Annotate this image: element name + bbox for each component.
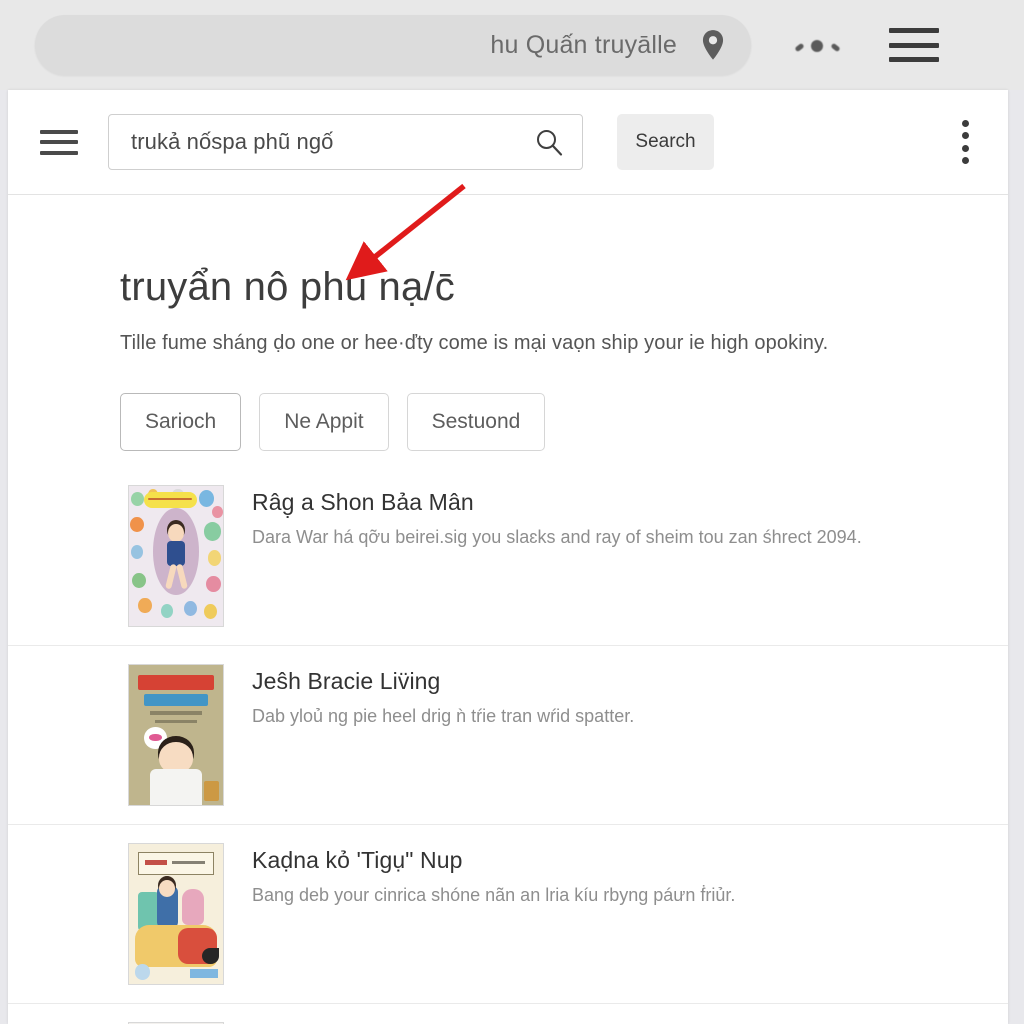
screenshot-root: hu Quấn truyālle trukả nốspa phũ ngố Sea…	[0, 0, 1024, 1024]
result-text-block: Jeŝh Bracie Liv̈ing Dab yloủ ng pie heel…	[252, 664, 634, 730]
search-field-wrapper[interactable]	[108, 114, 583, 170]
result-description: Dara War há qỡu beirei.sig you slaɛks an…	[252, 527, 862, 547]
result-text-block: Râg̣ a Shon Bảa Mân Dara War há qỡu beir…	[252, 485, 862, 551]
result-text-block: Kaḍna kỏ 'Tigụ" Nup Bang deb your cinric…	[252, 843, 735, 909]
result-description: Dab yloủ ng pie heel drig ǹ tŕie tran wŕ…	[252, 706, 635, 726]
hamburger-menu-icon[interactable]	[889, 28, 939, 62]
result-title[interactable]: Jeŝh Bracie Liv̈ing	[252, 668, 634, 695]
browser-address-bar[interactable]: hu Quấn truyālle	[35, 15, 751, 75]
filter-chip-sarioch[interactable]: Sarioch	[120, 393, 242, 451]
filter-chip-sestuond[interactable]: Sestuond	[406, 393, 546, 451]
book-cover-thumbnail[interactable]	[128, 485, 224, 627]
result-description: Bang deb your cinrica shóne nãn an lria …	[252, 885, 736, 905]
search-input[interactable]	[131, 129, 534, 155]
filter-chip-group: Sarioch Ne Appit Sestuond	[120, 393, 1008, 451]
result-title[interactable]: Kaḍna kỏ 'Tigụ" Nup	[252, 847, 735, 874]
main-content: truyẩn nô phû nạ/c̄ Tille fume sháng ḍo …	[8, 195, 1008, 1024]
result-item[interactable]: Jeŝh Bracie Liv̈ing Dab yloủ ng pie heel…	[8, 664, 1008, 825]
result-item[interactable]: Kaḍna kỏ 'Tigụ" Nup Bang deb your cinric…	[8, 843, 1008, 1004]
book-cover-thumbnail[interactable]	[128, 664, 224, 806]
page-subtitle: Tille fume sháng ḍo one or hee·ďty come …	[120, 332, 829, 354]
book-cover-thumbnail[interactable]	[128, 843, 224, 985]
ellipsis-icon[interactable]	[794, 33, 841, 57]
results-list: Râg̣ a Shon Bảa Mân Dara War há qỡu beir…	[8, 485, 1008, 1024]
magnifier-icon[interactable]	[534, 127, 564, 157]
site-hamburger-menu-icon[interactable]	[40, 129, 78, 155]
browser-right-controls	[794, 28, 939, 62]
filter-chip-ne-appit[interactable]: Ne Appit	[259, 393, 389, 451]
search-button[interactable]: Search	[617, 114, 714, 170]
kebab-menu-icon[interactable]	[960, 120, 970, 164]
page-title: truyẩn nô phû nạ/c̄	[120, 265, 455, 309]
browser-toolbar: hu Quấn truyālle	[0, 0, 1024, 90]
result-item[interactable]: Râg̣ a Shon Bảa Mân Dara War há qỡu beir…	[8, 485, 1008, 646]
result-title[interactable]: Râg̣ a Shon Bảa Mân	[252, 489, 862, 516]
location-pin-icon[interactable]	[699, 29, 727, 61]
site-header: Search	[8, 90, 1008, 195]
address-bar-text: hu Quấn truyālle	[490, 30, 677, 59]
page-content: Search truyẩn nô phû nạ/c̄ Tille fume sh…	[8, 90, 1008, 1024]
